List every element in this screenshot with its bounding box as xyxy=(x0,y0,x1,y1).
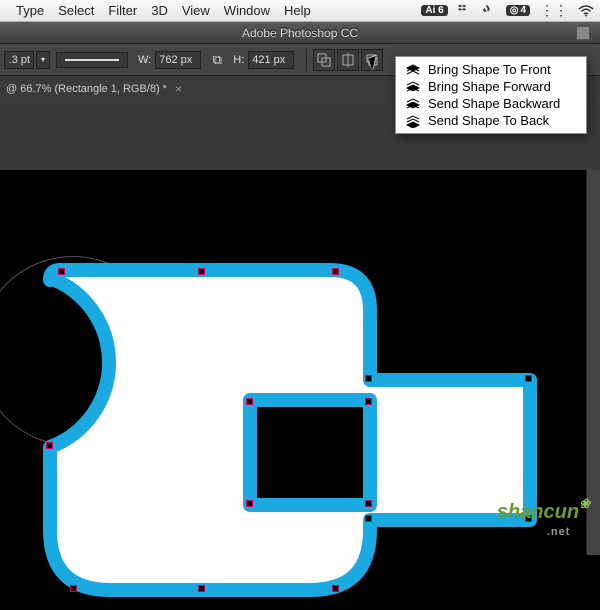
menu-item-label: Bring Shape To Front xyxy=(428,62,551,77)
menu-send-to-back[interactable]: Send Shape To Back xyxy=(396,112,586,129)
anchor-point[interactable] xyxy=(58,268,65,275)
anchor-point[interactable] xyxy=(525,375,532,382)
stroke-style-preview[interactable] xyxy=(56,52,128,68)
menu-select[interactable]: Select xyxy=(58,3,94,18)
menu-item-label: Send Shape Backward xyxy=(428,96,560,111)
anchor-point[interactable] xyxy=(365,515,372,522)
anchor-point[interactable] xyxy=(332,585,339,592)
stroke-weight-dropdown[interactable]: ▾ xyxy=(36,51,50,69)
menu-bring-forward[interactable]: Bring Shape Forward xyxy=(396,78,586,95)
anchor-point[interactable] xyxy=(70,585,77,592)
bring-to-front-icon xyxy=(406,63,422,77)
dropbox-icon[interactable] xyxy=(458,4,472,18)
menu-item-label: Send Shape To Back xyxy=(428,113,549,128)
menu-window[interactable]: Window xyxy=(224,3,270,18)
shape-arrange-menu: Bring Shape To Front Bring Shape Forward… xyxy=(395,56,587,134)
anchor-point[interactable] xyxy=(365,500,372,507)
path-alignment-button[interactable] xyxy=(337,49,359,71)
watermark-text: shancun xyxy=(497,501,579,523)
compound-shape[interactable] xyxy=(30,210,570,610)
anchor-point[interactable] xyxy=(365,375,372,382)
path-operations-button[interactable] xyxy=(313,49,335,71)
canvas-area xyxy=(0,101,600,555)
status-ai-badge[interactable]: Ai 6 xyxy=(421,5,447,16)
menu-view[interactable]: View xyxy=(182,3,210,18)
titlebar-panel-icon[interactable] xyxy=(576,26,590,40)
height-label: H: xyxy=(233,54,244,66)
menu-filter[interactable]: Filter xyxy=(108,3,137,18)
watermark: shancun❀ .net xyxy=(497,501,590,547)
bring-forward-icon xyxy=(406,80,422,94)
wifi-icon[interactable] xyxy=(578,5,594,17)
send-backward-icon xyxy=(406,97,422,111)
menu-3d[interactable]: 3D xyxy=(151,3,168,18)
googledrive-icon[interactable] xyxy=(482,4,496,18)
document-tab[interactable]: @ 66.7% (Rectangle 1, RGB/8) * × xyxy=(6,82,182,96)
leaf-icon: ❀ xyxy=(579,496,590,511)
height-field[interactable]: 421 px xyxy=(248,51,294,69)
anchor-point[interactable] xyxy=(46,442,53,449)
menu-help[interactable]: Help xyxy=(284,3,311,18)
menu-type[interactable]: Type xyxy=(16,3,44,18)
anchor-point[interactable] xyxy=(246,500,253,507)
options-divider xyxy=(306,49,307,71)
anchor-point[interactable] xyxy=(198,585,205,592)
close-tab-icon[interactable]: × xyxy=(175,82,182,96)
anchor-point[interactable] xyxy=(246,398,253,405)
path-arrangement-button[interactable] xyxy=(361,49,383,71)
menu-bring-to-front[interactable]: Bring Shape To Front xyxy=(396,61,586,78)
status-cc-badge[interactable]: ◎ 4 xyxy=(506,5,530,16)
watermark-sub: .net xyxy=(547,526,571,538)
app-titlebar: Adobe Photoshop CC xyxy=(0,22,600,44)
app-title: Adobe Photoshop CC xyxy=(242,26,358,40)
mac-menubar: Type Select Filter 3D View Window Help A… xyxy=(0,0,600,22)
anchor-point[interactable] xyxy=(365,398,372,405)
anchor-point[interactable] xyxy=(198,268,205,275)
width-label: W: xyxy=(138,54,151,66)
anchor-point[interactable] xyxy=(332,268,339,275)
send-to-back-icon xyxy=(406,114,422,128)
link-dimensions-icon[interactable]: ⧉ xyxy=(207,51,227,69)
bluetooth-icon[interactable]: ⋮⋮ xyxy=(540,2,568,19)
document-canvas[interactable] xyxy=(0,170,586,555)
menu-item-label: Bring Shape Forward xyxy=(428,79,551,94)
width-field[interactable]: 762 px xyxy=(155,51,201,69)
menu-send-backward[interactable]: Send Shape Backward xyxy=(396,95,586,112)
document-tab-label: @ 66.7% (Rectangle 1, RGB/8) * xyxy=(6,83,167,95)
stroke-weight-field[interactable]: .3 pt xyxy=(4,51,34,69)
